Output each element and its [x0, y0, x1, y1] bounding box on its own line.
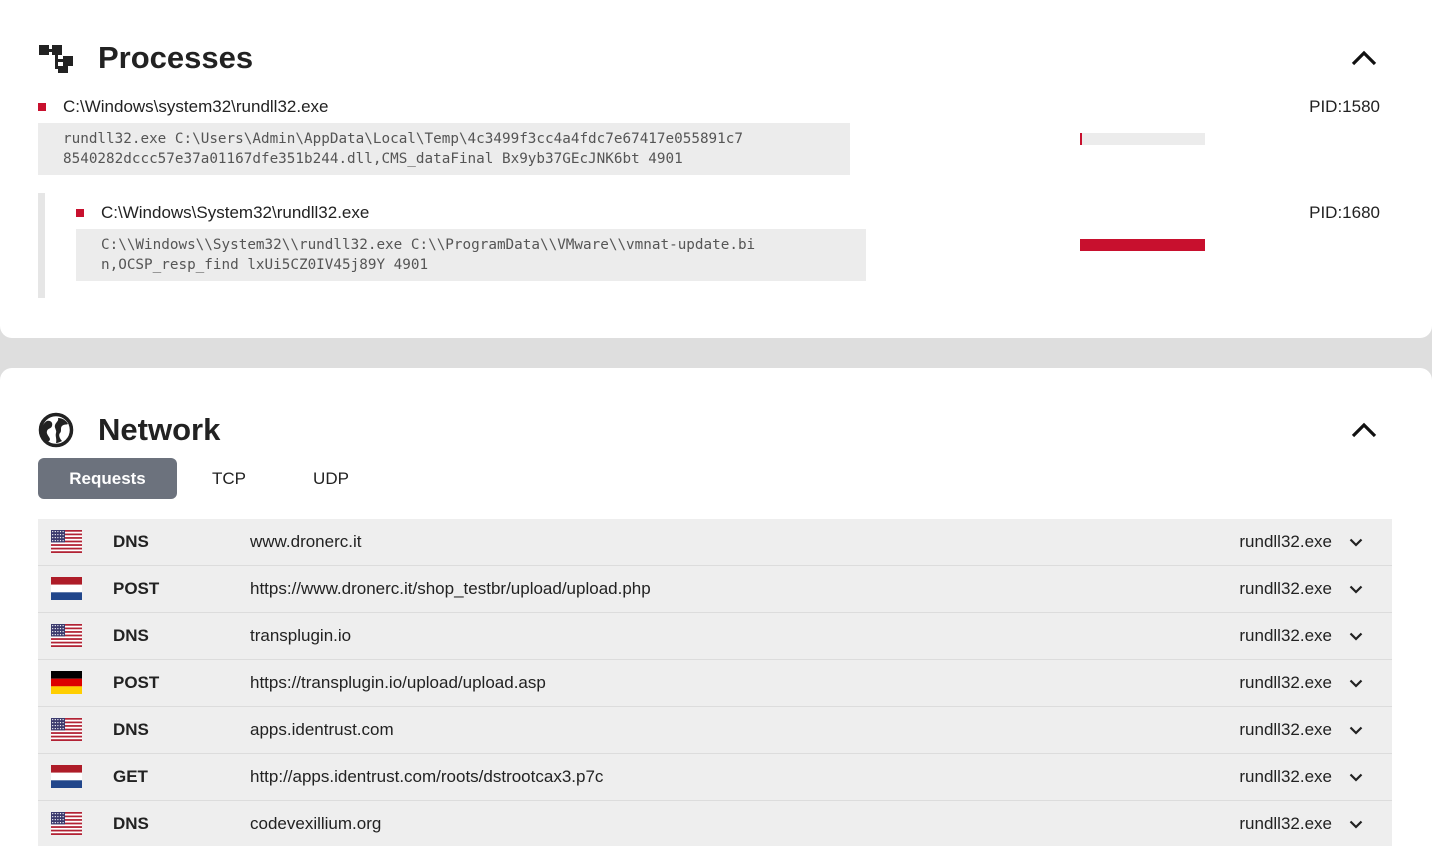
- request-method: DNS: [113, 720, 149, 739]
- request-method: POST: [113, 579, 160, 598]
- activity-bar-fill: [1080, 239, 1205, 251]
- processes-title: Processes: [98, 40, 254, 75]
- bullet-icon: [76, 209, 84, 217]
- requests-table: DNS www.dronerc.it rundll32.exe POST htt…: [38, 519, 1392, 846]
- request-method: DNS: [113, 626, 149, 645]
- activity-bar: [1080, 239, 1205, 251]
- table-row[interactable]: DNS apps.identrust.com rundll32.exe: [38, 707, 1392, 754]
- us-flag-icon: [51, 624, 82, 647]
- chevron-down-icon[interactable]: [1348, 628, 1364, 644]
- table-row[interactable]: POST https://www.dronerc.it/shop_testbr/…: [38, 566, 1392, 613]
- table-row[interactable]: DNS transplugin.io rundll32.exe: [38, 613, 1392, 660]
- process-item[interactable]: C:\Windows\System32\rundll32.exe PID:168…: [76, 202, 1380, 282]
- nl-flag-icon: [51, 765, 82, 788]
- process-path: C:\Windows\system32\rundll32.exe: [63, 97, 329, 116]
- us-flag-icon: [51, 718, 82, 741]
- chevron-down-icon[interactable]: [1348, 675, 1364, 691]
- chevron-down-icon[interactable]: [1348, 534, 1364, 550]
- globe-icon: [38, 412, 74, 448]
- request-process: rundll32.exe: [1239, 720, 1332, 739]
- table-row[interactable]: DNS codevexillium.org rundll32.exe: [38, 801, 1392, 846]
- chevron-up-icon: [1351, 422, 1377, 438]
- process-path: C:\Windows\System32\rundll32.exe: [101, 203, 370, 222]
- network-tabs: Requests TCP UDP: [38, 458, 381, 499]
- processes-header: Processes: [38, 38, 1380, 78]
- us-flag-icon: [51, 530, 82, 553]
- child-process-rail: [38, 193, 45, 298]
- request-process: rundll32.exe: [1239, 767, 1332, 786]
- process-tree-icon: [38, 40, 74, 76]
- request-url: transplugin.io: [250, 626, 352, 645]
- request-url: codevexillium.org: [250, 814, 382, 833]
- network-collapse-button[interactable]: [1348, 414, 1380, 446]
- command-line: C:\\Windows\\System32\\rundll32.exe C:\\…: [76, 229, 866, 281]
- request-url: https://www.dronerc.it/shop_testbr/uploa…: [250, 579, 651, 598]
- activity-bar: [1080, 133, 1205, 145]
- chevron-down-icon[interactable]: [1348, 769, 1364, 785]
- request-process: rundll32.exe: [1239, 579, 1332, 598]
- chevron-up-icon: [1351, 50, 1377, 66]
- request-method: POST: [113, 673, 160, 692]
- table-row[interactable]: GET http://apps.identrust.com/roots/dstr…: [38, 754, 1392, 801]
- request-url: https://transplugin.io/upload/upload.asp: [250, 673, 546, 692]
- process-item[interactable]: C:\Windows\system32\rundll32.exe PID:158…: [38, 96, 1380, 176]
- chevron-down-icon[interactable]: [1348, 816, 1364, 832]
- table-row[interactable]: DNS www.dronerc.it rundll32.exe: [38, 519, 1392, 566]
- tab-udp[interactable]: UDP: [281, 458, 381, 499]
- process-pid: PID:1580: [1309, 97, 1380, 116]
- request-method: DNS: [113, 532, 149, 551]
- tab-tcp[interactable]: TCP: [177, 458, 281, 499]
- request-process: rundll32.exe: [1239, 673, 1332, 692]
- request-process: rundll32.exe: [1239, 814, 1332, 833]
- chevron-down-icon[interactable]: [1348, 722, 1364, 738]
- request-process: rundll32.exe: [1239, 626, 1332, 645]
- request-url: http://apps.identrust.com/roots/dstrootc…: [250, 767, 604, 786]
- de-flag-icon: [51, 671, 82, 694]
- request-url: www.dronerc.it: [250, 532, 362, 551]
- request-method: GET: [113, 767, 148, 786]
- network-header: Network: [38, 410, 1380, 450]
- activity-bar-fill: [1080, 133, 1082, 145]
- nl-flag-icon: [51, 577, 82, 600]
- process-pid: PID:1680: [1309, 203, 1380, 222]
- network-panel: Network Requests TCP UDP DNS www.dronerc…: [0, 368, 1432, 846]
- request-url: apps.identrust.com: [250, 720, 394, 739]
- chevron-down-icon[interactable]: [1348, 581, 1364, 597]
- command-line: rundll32.exe C:\Users\Admin\AppData\Loca…: [38, 123, 850, 175]
- bullet-icon: [38, 103, 46, 111]
- request-method: DNS: [113, 814, 149, 833]
- request-process: rundll32.exe: [1239, 532, 1332, 551]
- processes-collapse-button[interactable]: [1348, 42, 1380, 74]
- processes-panel: Processes C:\Windows\system32\rundll32.e…: [0, 0, 1432, 338]
- us-flag-icon: [51, 812, 82, 835]
- table-row[interactable]: POST https://transplugin.io/upload/uploa…: [38, 660, 1392, 707]
- tab-requests[interactable]: Requests: [38, 458, 177, 499]
- network-title: Network: [98, 412, 221, 447]
